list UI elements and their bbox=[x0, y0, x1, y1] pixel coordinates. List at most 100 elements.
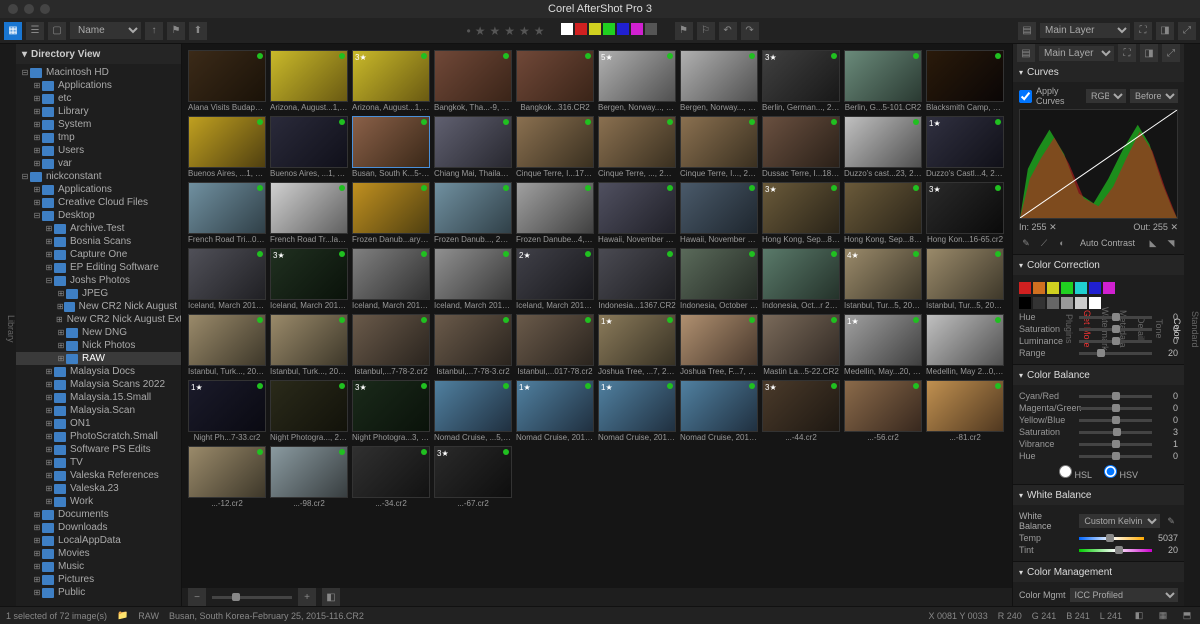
tree-item[interactable]: ⊞Bosnia Scans bbox=[16, 235, 181, 248]
thumbnail[interactable]: Joshua Tree, F...7, 2016-211.cr2 bbox=[680, 314, 758, 376]
tree-item[interactable]: ⊞Library bbox=[16, 105, 181, 118]
magentagreen-slider[interactable] bbox=[1079, 407, 1152, 410]
tree-item[interactable]: ⊟Joshs Photos bbox=[16, 274, 181, 287]
color-correction-header[interactable]: Color Correction bbox=[1013, 255, 1184, 275]
thumbnail[interactable]: Indonesia...1367.CR2 bbox=[598, 248, 676, 310]
sort-asc-icon[interactable]: ↑ bbox=[145, 22, 163, 40]
color-swatch[interactable] bbox=[1061, 297, 1073, 309]
thumbnail[interactable]: Dussac Terre, I...18, 2015-78.cr2 bbox=[762, 116, 840, 178]
thumbnail[interactable]: Arizona, August...1, 2016-121.cr2 bbox=[270, 50, 348, 112]
color-swatch[interactable] bbox=[1061, 282, 1073, 294]
layer-add-icon[interactable]: ▤ bbox=[1017, 44, 1035, 62]
thumbnail[interactable]: ...-34.cr2 bbox=[352, 446, 430, 508]
thumbnail[interactable]: Nomad Cruise, ...5, 2016-41.cr2 bbox=[434, 380, 512, 442]
color-swatch[interactable] bbox=[1019, 282, 1031, 294]
tree-item[interactable]: ⊞Documents bbox=[16, 508, 181, 521]
flag-icon[interactable]: ⚑ bbox=[675, 22, 693, 40]
vibrance-slider[interactable] bbox=[1079, 443, 1152, 446]
eyedropper-black-icon[interactable]: ◣ bbox=[1146, 236, 1160, 250]
thumbnail[interactable]: 3★...-44.cr2 bbox=[762, 380, 840, 442]
tint-slider[interactable] bbox=[1079, 549, 1152, 552]
thumbnail[interactable]: Bangkok...316.CR2 bbox=[516, 50, 594, 112]
thumbnail[interactable]: Buenos Aires, ...1, 2016-44.cr2 bbox=[270, 116, 348, 178]
thumbnail[interactable]: Iceland, March 2017-1128.cr2 bbox=[188, 248, 266, 310]
thumbnail[interactable]: Hong Kong, Sep...8, 2016-622.cr2 bbox=[844, 182, 922, 244]
tree-item[interactable]: ⊞ON1 bbox=[16, 417, 181, 430]
color-mgmt-header[interactable]: Color Management bbox=[1013, 562, 1184, 582]
thumbnail[interactable]: 3★...-67.cr2 bbox=[434, 446, 512, 508]
filter-icon[interactable]: ⚑ bbox=[167, 22, 185, 40]
thumbnail[interactable]: Indonesia, Oct...r 2017-303.CR2 bbox=[762, 248, 840, 310]
flag2-icon[interactable]: ⚐ bbox=[697, 22, 715, 40]
tree-item[interactable]: ⊞Valeska References bbox=[16, 469, 181, 482]
thumbnail[interactable]: 1★Night Ph...7-33.cr2 bbox=[188, 380, 266, 442]
star-2[interactable]: ★ bbox=[489, 24, 500, 38]
tree-item[interactable]: ⊞Music bbox=[16, 560, 181, 573]
eyedropper-icon[interactable]: ✎ bbox=[1164, 514, 1178, 528]
thumbnail[interactable]: Bergen, Norway..., 2016-197.cr2 bbox=[680, 50, 758, 112]
tree-item[interactable]: ⊞New DNG bbox=[16, 326, 181, 339]
layers-icon[interactable]: ▤ bbox=[1018, 22, 1036, 40]
thumbnail[interactable]: ...-98.cr2 bbox=[270, 446, 348, 508]
tree-item[interactable]: ⊞Malaysia Scans 2022 bbox=[16, 378, 181, 391]
thumbnail[interactable]: Frozen Danub..., 2017-178.cr2 bbox=[434, 182, 512, 244]
tree-item[interactable]: ⊞Malaysia.Scan bbox=[16, 404, 181, 417]
saturation-slider[interactable] bbox=[1079, 328, 1152, 331]
color-tag[interactable] bbox=[603, 23, 615, 35]
thumbnail[interactable]: 3★Arizona, August...1, 2016-382.cr2 bbox=[352, 50, 430, 112]
thumbnail[interactable]: Istanbul,...7-78-2.cr2 bbox=[352, 314, 430, 376]
panel-expand-icon[interactable]: ⤢ bbox=[1162, 44, 1180, 62]
tree-item[interactable]: ⊞LocalAppData bbox=[16, 534, 181, 547]
rotate-ccw-icon[interactable]: ↶ bbox=[719, 22, 737, 40]
thumbnail[interactable]: Istanbul, Turk..., 2017-318.cr2 bbox=[270, 314, 348, 376]
color-tag[interactable] bbox=[617, 23, 629, 35]
color-swatch[interactable] bbox=[1019, 297, 1031, 309]
right-tab[interactable]: Plugins bbox=[1064, 314, 1074, 344]
thumbnail[interactable]: Istanbul,...7-78-3.cr2 bbox=[434, 314, 512, 376]
import-icon[interactable]: ⬆ bbox=[189, 22, 207, 40]
color-swatch[interactable] bbox=[1075, 282, 1087, 294]
color-tag[interactable] bbox=[575, 23, 587, 35]
panel-fullscreen-icon[interactable]: ⛶ bbox=[1118, 44, 1136, 62]
star-5[interactable]: ★ bbox=[534, 24, 545, 38]
tree-item[interactable]: ⊞TV bbox=[16, 456, 181, 469]
right-tab[interactable]: Color bbox=[1172, 318, 1182, 340]
tree-item[interactable]: ⊟Macintosh HD bbox=[16, 66, 181, 79]
color-balance-header[interactable]: Color Balance bbox=[1013, 365, 1184, 385]
hsv-radio[interactable]: HSV bbox=[1104, 465, 1138, 480]
color-swatch[interactable] bbox=[1089, 282, 1101, 294]
apply-curves-checkbox[interactable] bbox=[1019, 90, 1032, 103]
tree-item[interactable]: ⊞New CR2 Nick August bbox=[16, 300, 181, 313]
thumbnail[interactable]: Cinque Terre, ..., 2015-104-2.cr2 bbox=[598, 116, 676, 178]
color-swatch[interactable] bbox=[1033, 282, 1045, 294]
thumbnail[interactable]: ...-81.cr2 bbox=[926, 380, 1004, 442]
thumbnail[interactable]: 3★Berlin, German..., 2015-291.CR2 bbox=[762, 50, 840, 112]
tree-item[interactable]: ⊞Pictures bbox=[16, 573, 181, 586]
luminance-slider[interactable] bbox=[1079, 340, 1152, 343]
zoom-out-icon[interactable]: − bbox=[188, 588, 206, 606]
thumbnail[interactable]: Berlin, G...5-101.CR2 bbox=[844, 50, 922, 112]
tree-item[interactable]: ⊟Desktop bbox=[16, 209, 181, 222]
right-tab[interactable]: Tone bbox=[1154, 319, 1164, 339]
thumbnail[interactable]: Iceland, March 2017-19.cr2 bbox=[352, 248, 430, 310]
thumbnail[interactable]: Hawaii, November 2016-22.cr2 bbox=[680, 182, 758, 244]
tree-item[interactable]: ⊞EP Editing Software bbox=[16, 261, 181, 274]
tree-item[interactable]: ⊞Public bbox=[16, 586, 181, 599]
hue-slider[interactable] bbox=[1079, 316, 1152, 319]
thumbnail[interactable]: 3★Hong Kon...16-65.cr2 bbox=[926, 182, 1004, 244]
thumbnail[interactable]: Nomad Cruise, 2016.cr2 bbox=[680, 380, 758, 442]
curves-panel-header[interactable]: Curves bbox=[1013, 62, 1184, 82]
thumbnail[interactable]: Buenos Aires, ...1, 2016-37.cr2 bbox=[188, 116, 266, 178]
color-tag[interactable] bbox=[589, 23, 601, 35]
color-tag[interactable] bbox=[631, 23, 643, 35]
curves-histogram[interactable] bbox=[1019, 109, 1178, 219]
tree-item[interactable]: ⊞tmp bbox=[16, 131, 181, 144]
tree-item[interactable]: ⊞Capture One bbox=[16, 248, 181, 261]
colormgmt-select[interactable]: ICC Profiled bbox=[1070, 588, 1178, 602]
thumbnail[interactable]: 2★Iceland, March 2017-60.cr2 bbox=[516, 248, 594, 310]
tree-item[interactable]: ⊞JPEG bbox=[16, 287, 181, 300]
thumbnail[interactable]: 1★Joshua Tree, ...7, 2016-113.cr2 bbox=[598, 314, 676, 376]
tree-item[interactable]: ⊞Work bbox=[16, 495, 181, 508]
window-controls[interactable] bbox=[8, 4, 50, 14]
cyanred-slider[interactable] bbox=[1079, 395, 1152, 398]
